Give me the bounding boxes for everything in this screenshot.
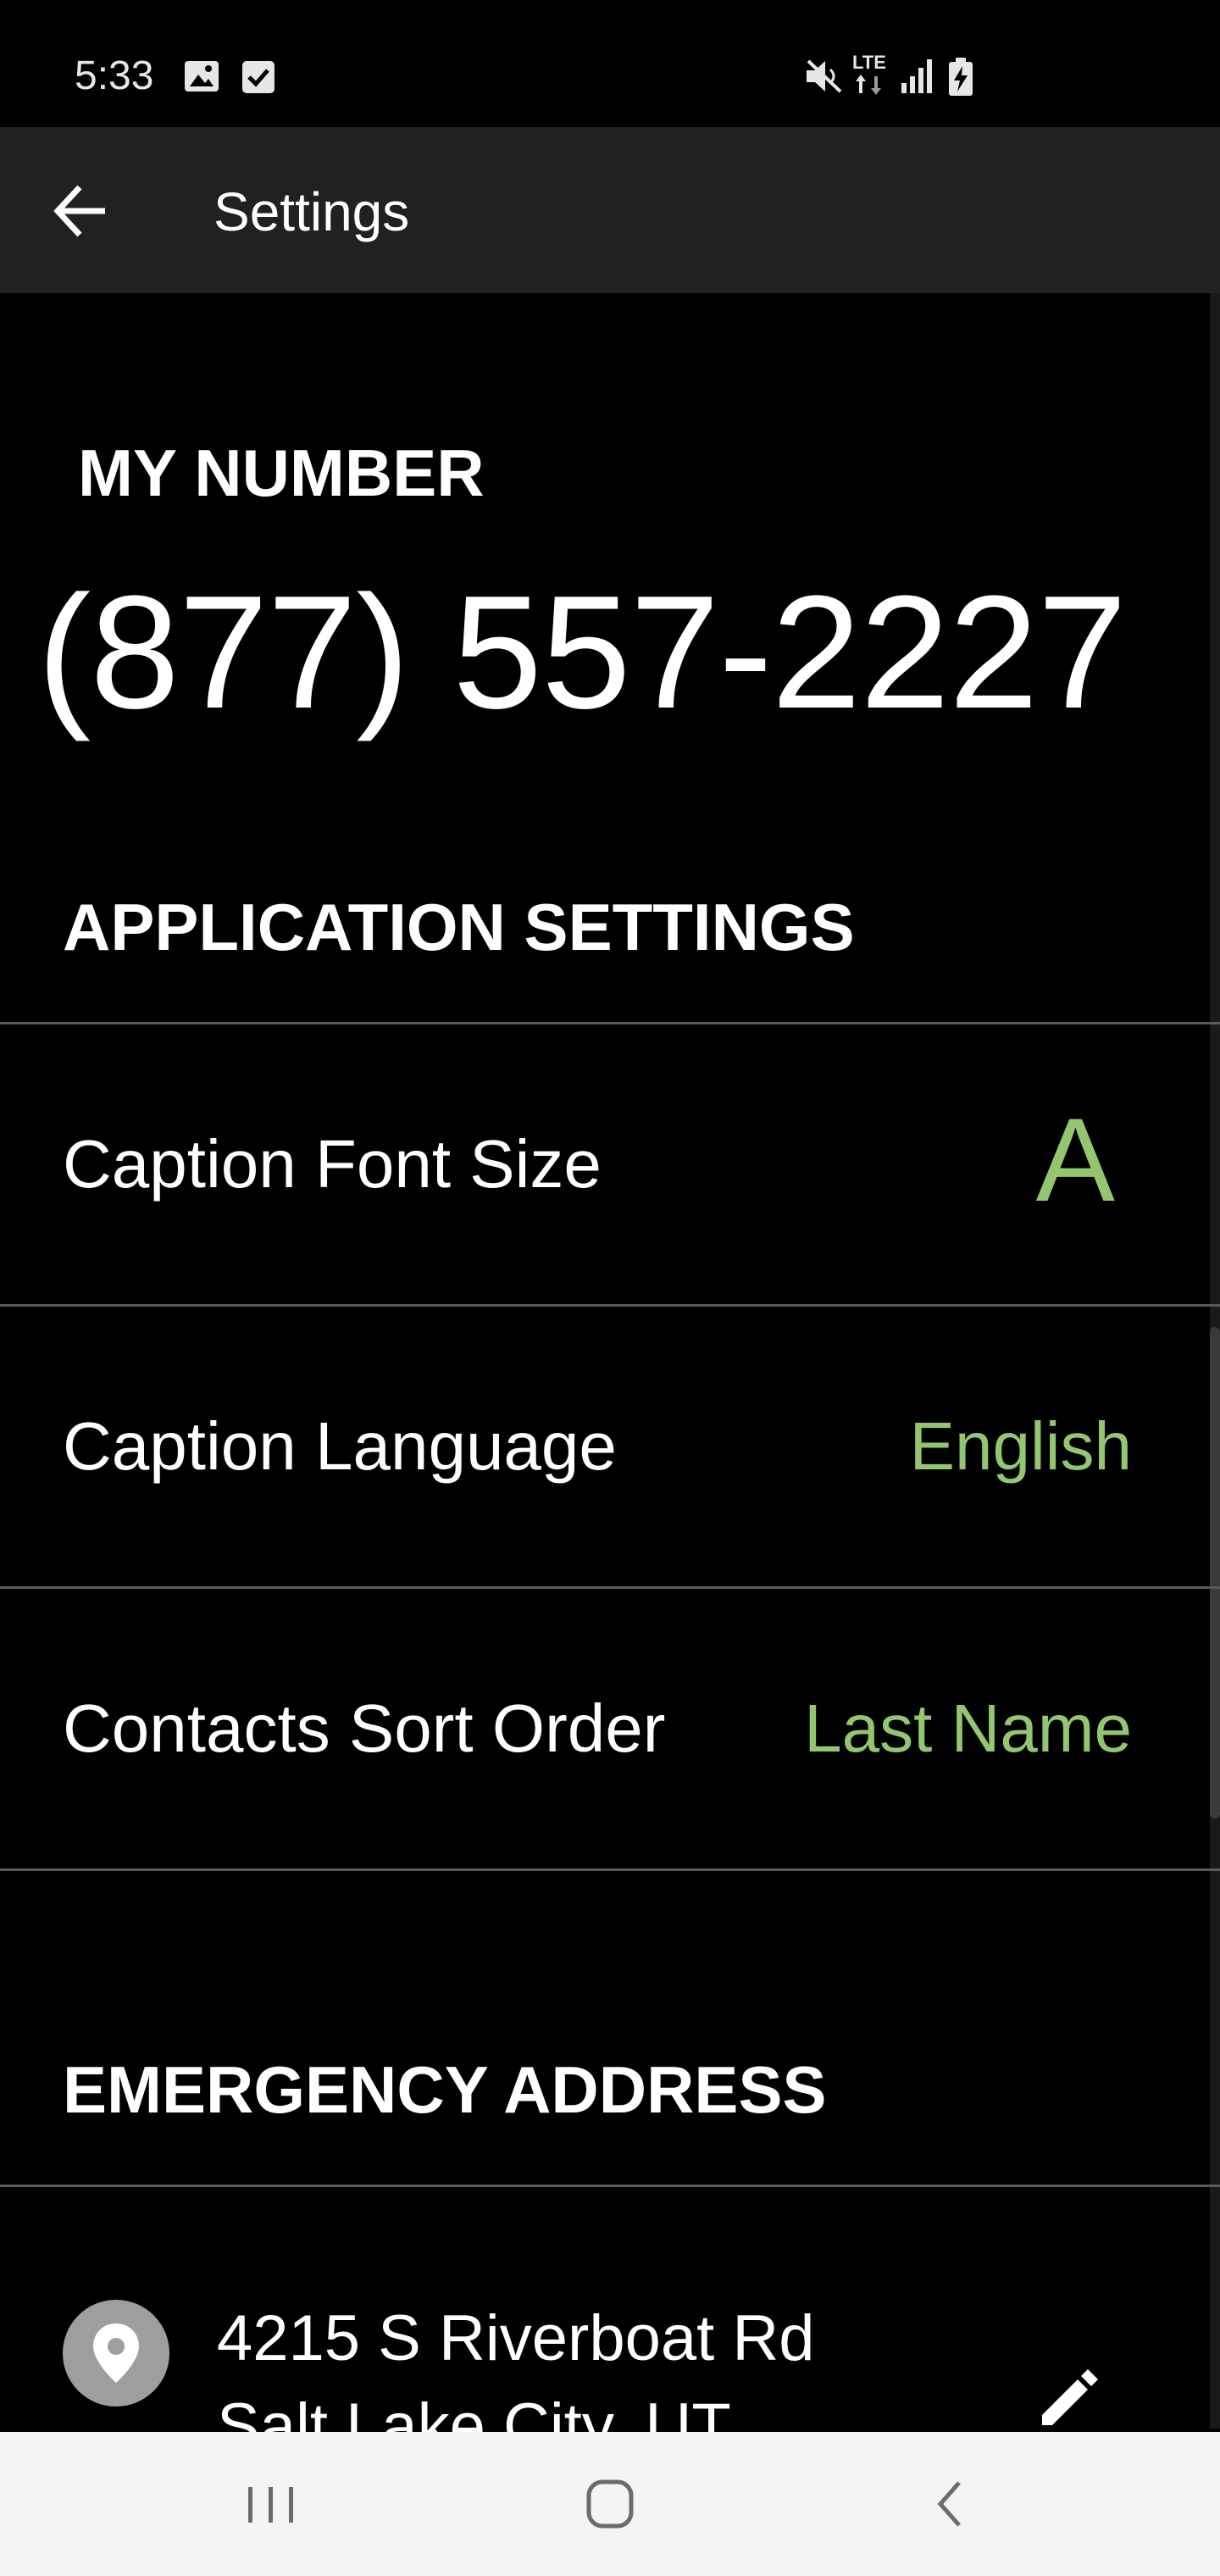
my-number-heading: MY NUMBER <box>78 436 485 510</box>
setting-row-contacts-sort-order[interactable]: Contacts Sort Order Last Name <box>0 1589 1210 1868</box>
task-check-icon <box>242 61 274 93</box>
emergency-address-heading: EMERGENCY ADDRESS <box>63 2052 827 2127</box>
my-number-value: (877) 557-2227 <box>37 563 1127 742</box>
setting-label: Contacts Sort Order <box>63 1690 666 1766</box>
home-button[interactable] <box>559 2466 661 2542</box>
app-bar: Settings <box>0 127 1220 293</box>
location-pin-icon <box>63 2300 169 2407</box>
system-navigation-bar <box>0 2432 1220 2576</box>
recent-apps-button[interactable] <box>220 2466 322 2542</box>
back-icon <box>937 2481 961 2527</box>
back-button[interactable] <box>44 173 120 249</box>
home-icon <box>586 2479 634 2529</box>
signal-icon <box>901 59 932 93</box>
setting-label: Caption Font Size <box>63 1126 602 1202</box>
mute-icon <box>807 59 842 93</box>
status-time: 5:33 <box>75 53 154 98</box>
lte-icon: LTE <box>851 53 890 97</box>
scrollbar-thumb[interactable] <box>1210 1327 1220 1818</box>
battery-charging-icon <box>949 58 973 96</box>
lte-label: LTE <box>852 52 886 73</box>
page-title: Settings <box>214 181 410 242</box>
pencil-icon <box>1042 2369 1098 2425</box>
divider <box>0 1868 1220 1871</box>
recent-apps-icon <box>248 2487 293 2523</box>
setting-row-caption-language[interactable]: Caption Language English <box>0 1307 1210 1586</box>
divider <box>0 2185 1220 2187</box>
setting-value: English <box>909 1408 1132 1484</box>
setting-row-caption-font-size[interactable]: Caption Font Size A <box>0 1024 1210 1304</box>
application-settings-heading: APPLICATION SETTINGS <box>63 890 855 964</box>
emergency-address-row[interactable]: 4215 S Riverboat Rd Salt Lake City, UT <box>0 2190 1210 2462</box>
setting-value: A <box>1035 1093 1115 1226</box>
status-bar: 5:33 LTE <box>0 0 1220 127</box>
setting-label: Caption Language <box>63 1408 617 1484</box>
arrow-left-icon <box>53 185 105 237</box>
gallery-icon <box>185 61 219 92</box>
edit-address-button[interactable] <box>1027 2359 1108 2440</box>
nav-back-button[interactable] <box>900 2466 1001 2542</box>
settings-screen: 5:33 LTE Settings MY NUMBER (877) 557-22… <box>0 0 1220 2576</box>
setting-value: Last Name <box>804 1690 1132 1766</box>
address-line-1: 4215 S Riverboat Rd <box>217 2302 815 2374</box>
